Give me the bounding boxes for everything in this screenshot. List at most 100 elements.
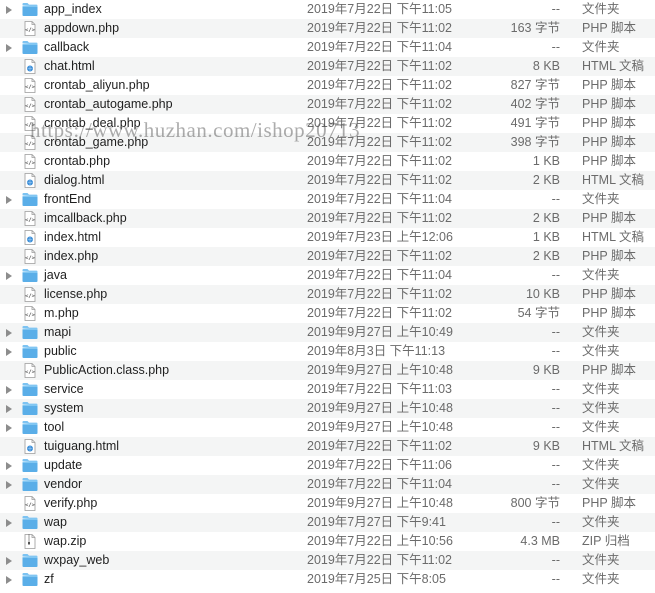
file-row[interactable]: tuiguang.html 2019年7月22日 下午11:02 9 KB HTML …: [0, 437, 655, 456]
file-name: system: [44, 401, 84, 415]
file-size: --: [551, 572, 560, 586]
folder-row[interactable]: vendor 2019年7月22日 下午11:04 -- 文件夹: [0, 475, 655, 494]
folder-row[interactable]: update 2019年7月22日 下午11:06 -- 文件夹: [0, 456, 655, 475]
svg-text:</>: </>: [25, 503, 36, 509]
file-row[interactable]: </> crontab.php 2019年7月22日 下午11:02 1 KB PHP …: [0, 152, 655, 171]
file-row[interactable]: </> PublicAction.class.php 2019年9月27日 上午10…: [0, 361, 655, 380]
file-size: 163 字节: [510, 21, 560, 35]
file-kind: 文件夹: [582, 192, 620, 206]
disclosure-triangle-icon[interactable]: [6, 481, 12, 489]
file-row[interactable]: </> crontab_game.php 2019年7月22日 下午11:02 398…: [0, 133, 655, 152]
file-name: imcallback.php: [44, 211, 127, 225]
file-row[interactable]: </> crontab_aliyun.php 2019年7月22日 下午11:02 8…: [0, 76, 655, 95]
date-modified: 2019年7月22日 下午11:02: [307, 306, 452, 320]
date-modified: 2019年8月3日 下午11:13: [307, 344, 446, 358]
date-modified: 2019年7月22日 下午11:02: [307, 553, 452, 567]
disclosure-triangle-icon[interactable]: [6, 329, 12, 337]
folder-icon: [22, 420, 38, 435]
file-name: crontab_autogame.php: [44, 97, 173, 111]
disclosure-triangle-icon[interactable]: [6, 557, 12, 565]
file-row[interactable]: </> imcallback.php 2019年7月22日 下午11:02 2 KB P…: [0, 209, 655, 228]
file-size: 10 KB: [525, 287, 560, 301]
date-modified: 2019年9月27日 上午10:49: [307, 325, 453, 339]
file-size: --: [551, 477, 560, 491]
html-document-icon: [22, 439, 38, 454]
disclosure-triangle-icon[interactable]: [6, 348, 12, 356]
file-row[interactable]: </> appdown.php 2019年7月22日 下午11:02 163 字节 PH…: [0, 19, 655, 38]
file-size: --: [551, 2, 560, 16]
disclosure-triangle-icon[interactable]: [6, 405, 12, 413]
folder-row[interactable]: tool 2019年9月27日 上午10:48 -- 文件夹: [0, 418, 655, 437]
php-script-icon: </>: [22, 363, 38, 378]
date-modified: 2019年7月22日 下午11:04: [307, 40, 452, 54]
disclosure-triangle-icon[interactable]: [6, 6, 12, 14]
folder-row[interactable]: wap 2019年7月27日 下午9:41 -- 文件夹: [0, 513, 655, 532]
file-row[interactable]: </> crontab_deal.php 2019年7月22日 下午11:02 491…: [0, 114, 655, 133]
svg-text:</>: </>: [25, 161, 36, 167]
folder-row[interactable]: service 2019年7月22日 下午11:03 -- 文件夹: [0, 380, 655, 399]
file-size: 9 KB: [532, 439, 560, 453]
disclosure-triangle-icon[interactable]: [6, 424, 12, 432]
svg-text:</>: </>: [25, 123, 36, 129]
folder-row[interactable]: java 2019年7月22日 下午11:04 -- 文件夹: [0, 266, 655, 285]
date-modified: 2019年7月22日 上午10:56: [307, 534, 453, 548]
svg-text:</>: </>: [25, 142, 36, 148]
disclosure-triangle-icon[interactable]: [6, 196, 12, 204]
file-row[interactable]: dialog.html 2019年7月22日 下午11:02 2 KB HTML 文稿: [0, 171, 655, 190]
file-row[interactable]: </> verify.php 2019年9月27日 上午10:48 800 字节 PHP…: [0, 494, 655, 513]
folder-row[interactable]: callback 2019年7月22日 下午11:04 -- 文件夹: [0, 38, 655, 57]
disclosure-triangle-icon[interactable]: [6, 576, 12, 584]
disclosure-triangle-icon[interactable]: [6, 519, 12, 527]
file-kind: PHP 脚本: [582, 116, 636, 130]
file-name: crontab.php: [44, 154, 111, 168]
file-row[interactable]: </> m.php 2019年7月22日 下午11:02 54 字节 PHP 脚本: [0, 304, 655, 323]
date-modified: 2019年7月22日 下午11:02: [307, 97, 452, 111]
php-script-icon: </>: [22, 135, 38, 150]
folder-icon: [22, 382, 38, 397]
folder-row[interactable]: wxpay_web 2019年7月22日 下午11:02 -- 文件夹: [0, 551, 655, 570]
folder-row[interactable]: frontEnd 2019年7月22日 下午11:04 -- 文件夹: [0, 190, 655, 209]
file-kind: 文件夹: [582, 401, 620, 415]
file-row[interactable]: </> index.php 2019年7月22日 下午11:02 2 KB PHP 脚本: [0, 247, 655, 266]
folder-row[interactable]: public 2019年8月3日 下午11:13 -- 文件夹: [0, 342, 655, 361]
disclosure-triangle-icon[interactable]: [6, 272, 12, 280]
date-modified: 2019年7月22日 下午11:04: [307, 268, 452, 282]
file-size: 2 KB: [532, 211, 560, 225]
date-modified: 2019年9月27日 上午10:48: [307, 363, 453, 377]
php-script-icon: </>: [22, 496, 38, 511]
folder-icon: [22, 325, 38, 340]
file-kind: PHP 脚本: [582, 496, 636, 510]
folder-icon: [22, 40, 38, 55]
file-size: 1 KB: [532, 154, 560, 168]
disclosure-triangle-icon[interactable]: [6, 386, 12, 394]
file-size: --: [551, 40, 560, 54]
svg-text:</>: </>: [25, 218, 36, 224]
file-kind: HTML 文稿: [582, 439, 645, 453]
file-size: 1 KB: [532, 230, 560, 244]
file-name: tool: [44, 420, 65, 434]
file-row[interactable]: index.html 2019年7月23日 上午12:06 1 KB HTML 文稿: [0, 228, 655, 247]
file-size: 402 字节: [510, 97, 560, 111]
date-modified: 2019年7月22日 下午11:02: [307, 21, 452, 35]
folder-row[interactable]: mapi 2019年9月27日 上午10:49 -- 文件夹: [0, 323, 655, 342]
file-name: license.php: [44, 287, 108, 301]
file-size: 8 KB: [532, 59, 560, 73]
folder-row[interactable]: app_index 2019年7月22日 下午11:05 -- 文件夹: [0, 0, 655, 19]
date-modified: 2019年7月22日 下午11:06: [307, 458, 452, 472]
folder-icon: [22, 458, 38, 473]
file-size: 9 KB: [532, 363, 560, 377]
file-kind: PHP 脚本: [582, 21, 636, 35]
file-row[interactable]: wap.zip 2019年7月22日 上午10:56 4.3 MB ZIP 归档: [0, 532, 655, 551]
folder-row[interactable]: system 2019年9月27日 上午10:48 -- 文件夹: [0, 399, 655, 418]
file-row[interactable]: </> crontab_autogame.php 2019年7月22日 下午11:0…: [0, 95, 655, 114]
file-size: 2 KB: [532, 249, 560, 263]
html-document-icon: [22, 230, 38, 245]
file-row[interactable]: chat.html 2019年7月22日 下午11:02 8 KB HTML 文稿: [0, 57, 655, 76]
folder-row[interactable]: zf 2019年7月25日 下午8:05 -- 文件夹: [0, 570, 655, 589]
folder-icon: [22, 401, 38, 416]
disclosure-triangle-icon[interactable]: [6, 462, 12, 470]
file-row[interactable]: </> license.php 2019年7月22日 下午11:02 10 KB PHP…: [0, 285, 655, 304]
disclosure-triangle-icon[interactable]: [6, 44, 12, 52]
file-name: crontab_deal.php: [44, 116, 141, 130]
file-size: 54 字节: [517, 306, 560, 320]
